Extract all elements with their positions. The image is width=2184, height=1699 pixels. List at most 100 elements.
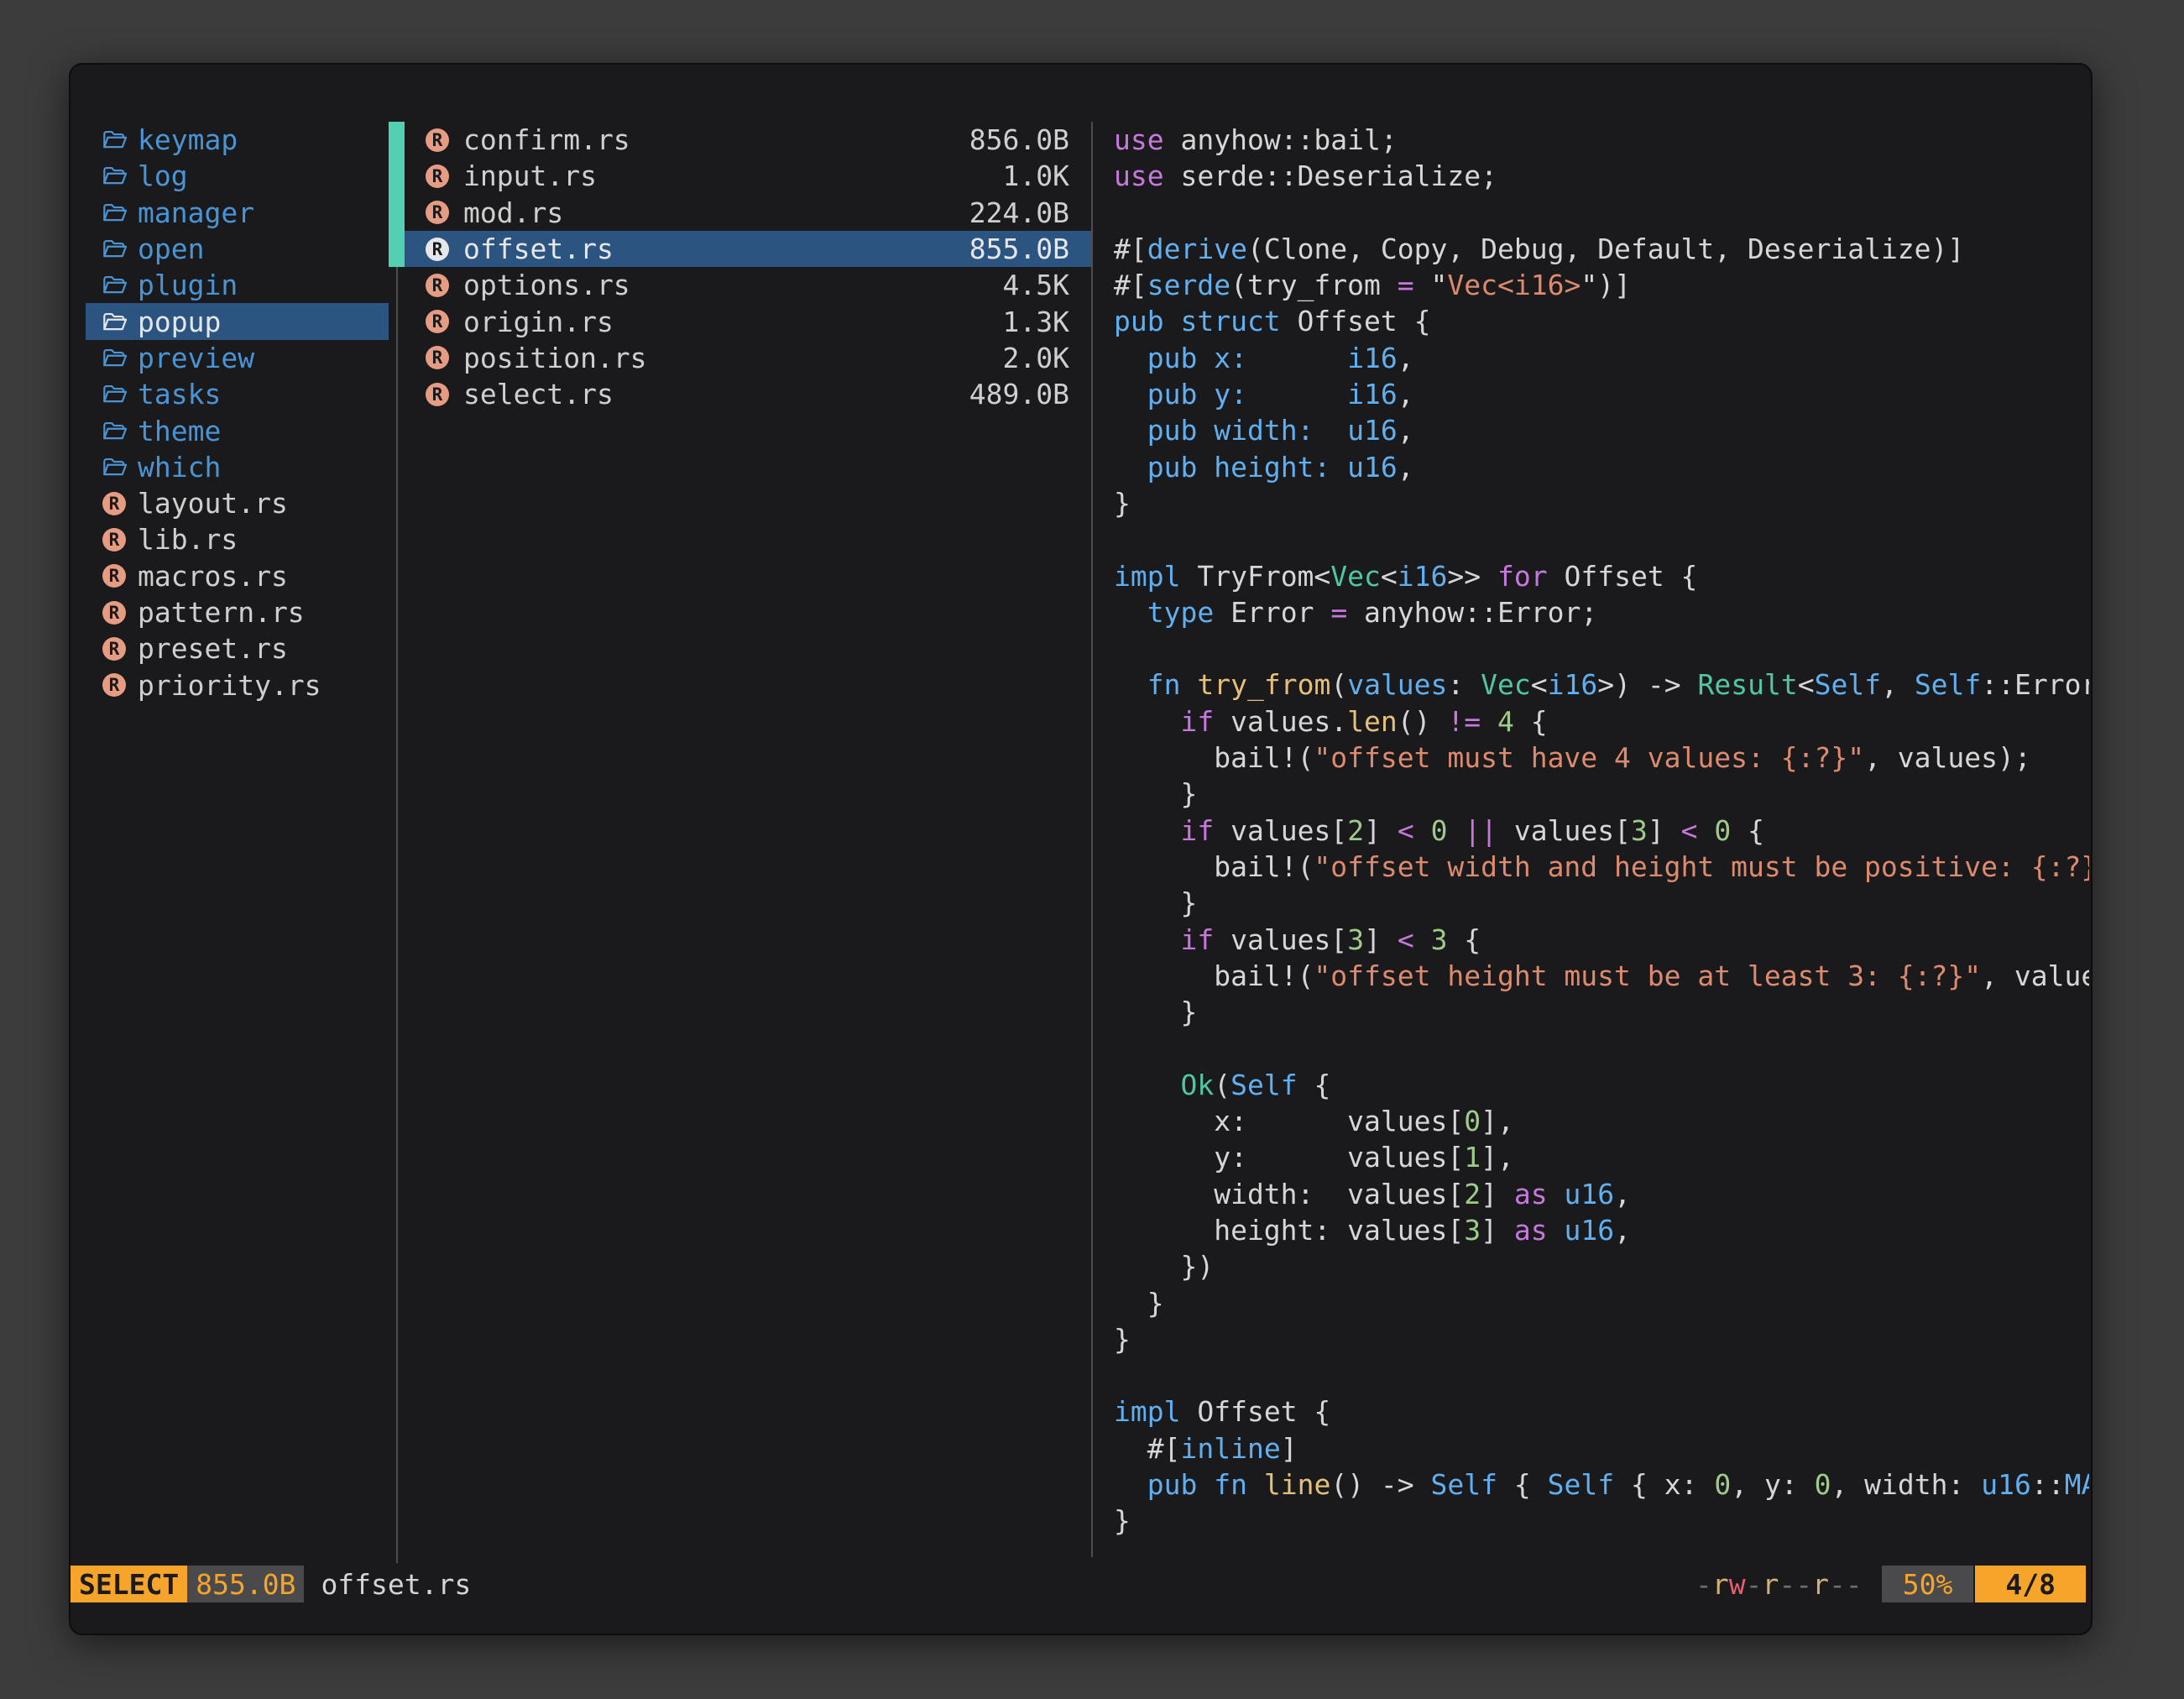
sidebar-item-plugin[interactable]: plugin [86,267,389,303]
folder-open-icon [102,456,129,478]
file-row-offset.rs[interactable]: Roffset.rs855.0B [405,231,1093,267]
code-token [1548,1178,1565,1210]
code-token [1247,378,1347,410]
file-row-position.rs[interactable]: Rposition.rs2.0K [405,340,1093,376]
code-line: y: values[1], [1114,1139,2089,1175]
code-token: pub fn [1147,1468,1247,1501]
sidebar-item-layout.rs[interactable]: Rlayout.rs [86,485,389,521]
sidebar-item-keymap[interactable]: keymap [86,122,389,158]
code-token: = [1398,269,1414,301]
code-token: if [1180,923,1214,956]
code-token: i16 [1347,342,1398,374]
rust-file-icon: R [426,238,452,261]
sidebar-item-popup[interactable]: popup [86,303,389,339]
sidebar-item-lib.rs[interactable]: Rlib.rs [86,521,389,557]
code-token: Result [1697,668,1797,701]
code-token [1414,814,1431,847]
sidebar-item-tasks[interactable]: tasks [86,376,389,412]
permission-char: - [1779,1568,1795,1601]
file-row-confirm.rs[interactable]: Rconfirm.rs856.0B [405,122,1093,158]
code-line: type Error = anyhow::Error; [1114,594,2089,630]
sidebar-item-which[interactable]: which [86,449,389,485]
code-token [1247,1468,1264,1501]
size-badge: 855.0B [187,1566,304,1602]
code-line [1114,1357,2089,1393]
code-token: 0 [1714,814,1731,847]
code-token: >> [1447,560,1497,593]
code-token: pub y: [1147,378,1247,410]
code-token: u16 [1564,1214,1614,1247]
folder-open-icon [102,128,129,151]
code-token: bail!( [1114,850,1314,883]
file-size: 856.0B [969,123,1069,156]
parent-pane: keymaplogmanageropenpluginpopuppreviewta… [86,122,389,703]
code-token: , values); [1864,741,2031,774]
rust-file-icon: R [426,201,452,224]
sidebar-item-label: layout.rs [138,487,288,520]
code-line [1114,1030,2089,1066]
code-line [1114,630,2089,667]
status-bar: SELECT 855.0B offset.rs -rw-r--r-- 50% 4… [71,1566,2091,1602]
sidebar-item-open[interactable]: open [86,231,389,267]
code-token: Self [1815,668,1881,701]
sidebar-item-label: manager [138,196,254,229]
file-row-options.rs[interactable]: Roptions.rs4.5K [405,267,1093,303]
sidebar-item-theme[interactable]: theme [86,412,389,448]
code-token: inline [1180,1432,1280,1465]
rust-file-icon: R [426,346,452,369]
rust-file-icon: R [102,601,129,625]
code-line: pub width: u16, [1114,412,2089,448]
sidebar-item-preset.rs[interactable]: Rpreset.rs [86,630,389,667]
code-token: " [1414,269,1448,301]
code-token: , [1398,378,1414,410]
file-row-input.rs[interactable]: Rinput.rs1.0K [405,158,1093,194]
sidebar-item-macros.rs[interactable]: Rmacros.rs [86,558,389,594]
code-token: } [1114,886,1197,919]
permissions: -rw-r--r-- [1695,1568,1863,1601]
code-token [1114,596,1147,629]
folder-open-icon [102,201,129,224]
sidebar-item-pattern.rs[interactable]: Rpattern.rs [86,594,389,630]
code-token: < [1398,923,1414,956]
code-token: ::Error [1981,668,2089,701]
code-line: } [1114,885,2089,921]
sidebar-item-label: preset.rs [138,632,288,665]
code-token: x: values[ [1114,1105,1464,1137]
file-row-select.rs[interactable]: Rselect.rs489.0B [405,376,1093,412]
code-token: u16 [1347,451,1398,484]
file-row-mod.rs[interactable]: Rmod.rs224.0B [405,195,1093,231]
code-token: { [1447,923,1481,956]
code-token: () -> [1330,1468,1430,1501]
code-token: 3 [1431,923,1448,956]
code-token: , [1398,451,1414,484]
code-line: use serde::Deserialize; [1114,158,2089,194]
code-token: Vec [1481,668,1531,701]
sidebar-item-preview[interactable]: preview [86,340,389,376]
code-token: , value [1981,959,2089,992]
code-token: pub struct [1114,305,1281,337]
code-token: Self [1431,1468,1497,1501]
sidebar-item-priority.rs[interactable]: Rpriority.rs [86,667,389,703]
permission-char: - [1695,1568,1712,1601]
code-line: #[serde(try_from = "Vec<i16>")] [1114,267,2089,303]
code-token: Offset { [1548,560,1698,593]
code-line: } [1114,485,2089,521]
code-token: = [1330,596,1347,629]
code-token [1414,923,1431,956]
sidebar-item-manager[interactable]: manager [86,195,389,231]
preview-pane: use anyhow::bail;use serde::Deserialize;… [1114,122,2089,1574]
code-token: , [1614,1178,1631,1210]
code-line: width: values[2] as u16, [1114,1176,2089,1212]
code-token: >) -> [1597,668,1697,701]
permission-char: w [1729,1568,1746,1601]
file-row-origin.rs[interactable]: Rorigin.rs1.3K [405,303,1093,339]
code-token: 0 [1815,1468,1831,1501]
code-token: { [1731,814,1764,847]
sidebar-item-log[interactable]: log [86,158,389,194]
code-token: MA [2065,1468,2089,1501]
code-token: Self [1230,1069,1297,1101]
code-token: } [1114,996,1197,1028]
sidebar-item-label: pattern.rs [138,596,305,629]
code-token: try_from [1197,668,1330,701]
code-token: derive [1147,233,1247,265]
